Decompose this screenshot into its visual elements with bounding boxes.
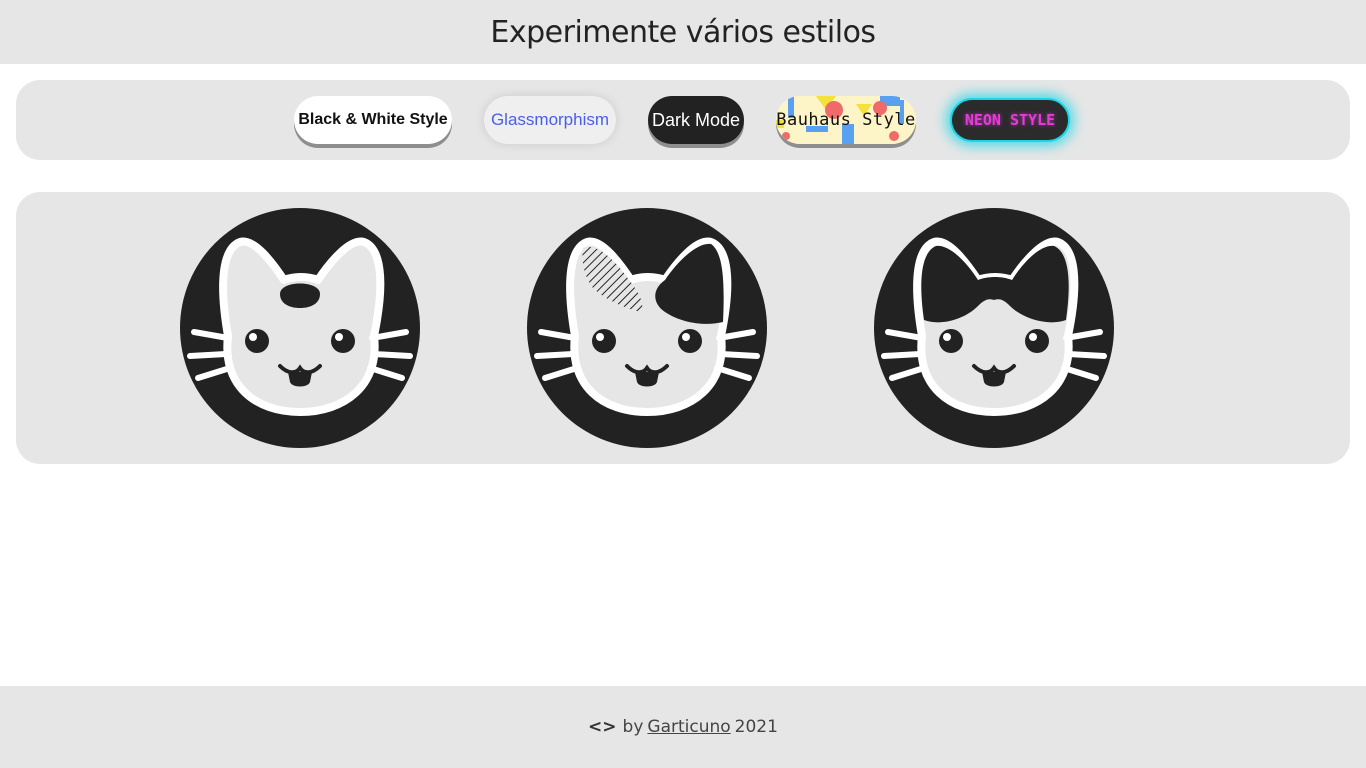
cat-face-tuxedo-icon xyxy=(874,208,1114,448)
bauhaus-style-button[interactable]: Bauhaus Style xyxy=(776,96,916,144)
neon-style-button[interactable]: NEON STYLE xyxy=(950,98,1070,142)
page-footer: <> by Garticuno 2021 xyxy=(0,686,1366,768)
footer-by: by xyxy=(622,717,644,737)
cat-face-hatched-patch-icon xyxy=(527,208,767,448)
glassmorphism-button[interactable]: Glassmorphism xyxy=(484,96,616,144)
cat-gallery xyxy=(16,192,1350,464)
page-title: Experimente vários estilos xyxy=(490,14,876,50)
style-switcher: Black & White Style Glassmorphism Dark M… xyxy=(16,80,1350,160)
code-icon: <> xyxy=(588,717,617,737)
page-header: Experimente vários estilos xyxy=(0,0,1366,64)
bauhaus-style-label: Bauhaus Style xyxy=(776,110,916,130)
black-white-style-button[interactable]: Black & White Style xyxy=(294,96,452,144)
dark-mode-button[interactable]: Dark Mode xyxy=(648,96,744,144)
footer-year: 2021 xyxy=(734,717,778,737)
cat-face-spot-icon xyxy=(180,208,420,448)
author-link[interactable]: Garticuno xyxy=(647,717,730,737)
